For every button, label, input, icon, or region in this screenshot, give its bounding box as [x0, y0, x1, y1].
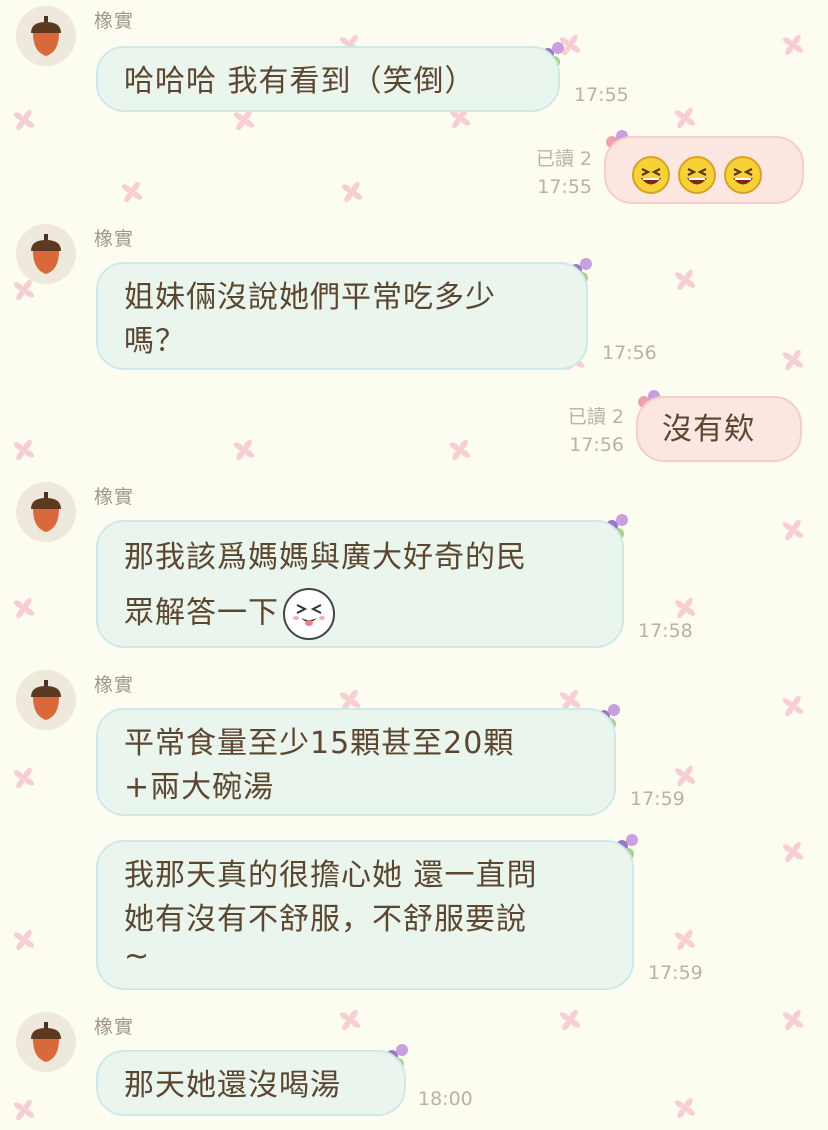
message-text-line: 嗎？	[124, 324, 186, 359]
sender-name: 橡實	[94, 486, 135, 508]
acorn-icon	[31, 234, 61, 274]
message-time: 17:58	[638, 620, 693, 642]
message-text: 那天她還沒喝湯	[124, 1068, 341, 1103]
pink-flower-decoration	[782, 519, 804, 541]
acorn-avatar[interactable]	[16, 6, 76, 66]
message-bubble-outgoing[interactable]: 沒有欸	[636, 396, 802, 462]
pink-flower-decoration	[559, 34, 581, 56]
pink-flower-decoration	[341, 181, 363, 203]
acorn-avatar[interactable]	[16, 224, 76, 284]
message-time: 17:59	[648, 962, 703, 984]
message-time: 17:56	[569, 434, 624, 456]
message-time: 17:56	[602, 342, 657, 364]
pink-flower-decoration	[13, 767, 35, 789]
sender-name: 橡實	[94, 228, 135, 250]
message-text: 哈哈哈 我有看到（笑倒）	[124, 64, 476, 99]
pink-flower-decoration	[782, 841, 804, 863]
message-bubble-incoming[interactable]: 平常食量至少15顆甚至20顆 +兩大碗湯	[96, 708, 616, 816]
message-bubble-incoming[interactable]: 哈哈哈 我有看到（笑倒）	[96, 46, 560, 112]
message-text-line: 姐妹倆沒說她們平常吃多少	[124, 280, 496, 315]
pink-flower-decoration	[674, 269, 696, 291]
message-time: 18:00	[418, 1088, 473, 1110]
message-text-line: ~	[124, 939, 151, 974]
pink-flower-decoration	[13, 439, 35, 461]
pink-flower-decoration	[782, 34, 804, 56]
acorn-icon	[31, 16, 61, 56]
sender-name: 橡實	[94, 1016, 135, 1038]
acorn-icon	[31, 492, 61, 532]
laughing-face-sticker-icon	[283, 588, 335, 640]
message-text-line: 平常食量至少15顆甚至20顆	[124, 726, 515, 761]
read-receipt: 已讀 2	[535, 148, 592, 170]
pink-flower-decoration	[121, 181, 143, 203]
message-text-line: +兩大碗湯	[124, 770, 275, 805]
acorn-avatar[interactable]	[16, 1012, 76, 1072]
message-bubble-incoming[interactable]: 我那天真的很擔心她 還一直問 她有沒有不舒服，不舒服要說 ~	[96, 840, 634, 990]
pink-flower-decoration	[13, 1099, 35, 1121]
read-receipt: 已讀 2	[567, 406, 624, 428]
pink-flower-decoration	[449, 439, 471, 461]
pink-flower-decoration	[782, 695, 804, 717]
laughing-emoji-icon	[724, 155, 762, 194]
laughing-emoji-icon	[678, 155, 716, 194]
acorn-avatar[interactable]	[16, 482, 76, 542]
pink-flower-decoration	[782, 349, 804, 371]
pink-flower-decoration	[233, 439, 255, 461]
pink-flower-decoration	[13, 109, 35, 131]
acorn-avatar[interactable]	[16, 670, 76, 730]
acorn-icon	[31, 680, 61, 720]
message-time: 17:59	[630, 788, 685, 810]
message-bubble-outgoing[interactable]	[604, 136, 804, 204]
message-text: 沒有欸	[662, 412, 755, 447]
pink-flower-decoration	[559, 1009, 581, 1031]
pink-flower-decoration	[13, 597, 35, 619]
message-time: 17:55	[574, 84, 629, 106]
message-text-line: 那我該爲媽媽與廣大好奇的民	[124, 540, 527, 575]
message-text-line: 眾解答一下	[124, 595, 279, 631]
acorn-icon	[31, 1022, 61, 1062]
message-text-line: 她有沒有不舒服，不舒服要說	[124, 902, 527, 937]
sender-name: 橡實	[94, 674, 135, 696]
sender-name: 橡實	[94, 10, 135, 32]
pink-flower-decoration	[339, 1009, 361, 1031]
message-time: 17:55	[537, 176, 592, 198]
pink-flower-decoration	[782, 1009, 804, 1031]
pink-flower-decoration	[674, 1097, 696, 1119]
message-text-line: 我那天真的很擔心她 還一直問	[124, 858, 538, 893]
pink-flower-decoration	[674, 929, 696, 951]
message-bubble-incoming[interactable]: 姐妹倆沒說她們平常吃多少 嗎？	[96, 262, 588, 370]
laughing-emoji-icon	[632, 155, 670, 194]
pink-flower-decoration	[674, 107, 696, 129]
message-bubble-incoming[interactable]: 那天她還沒喝湯	[96, 1050, 406, 1116]
pink-flower-decoration	[13, 929, 35, 951]
message-bubble-incoming[interactable]: 那我該爲媽媽與廣大好奇的民 眾解答一下	[96, 520, 624, 648]
